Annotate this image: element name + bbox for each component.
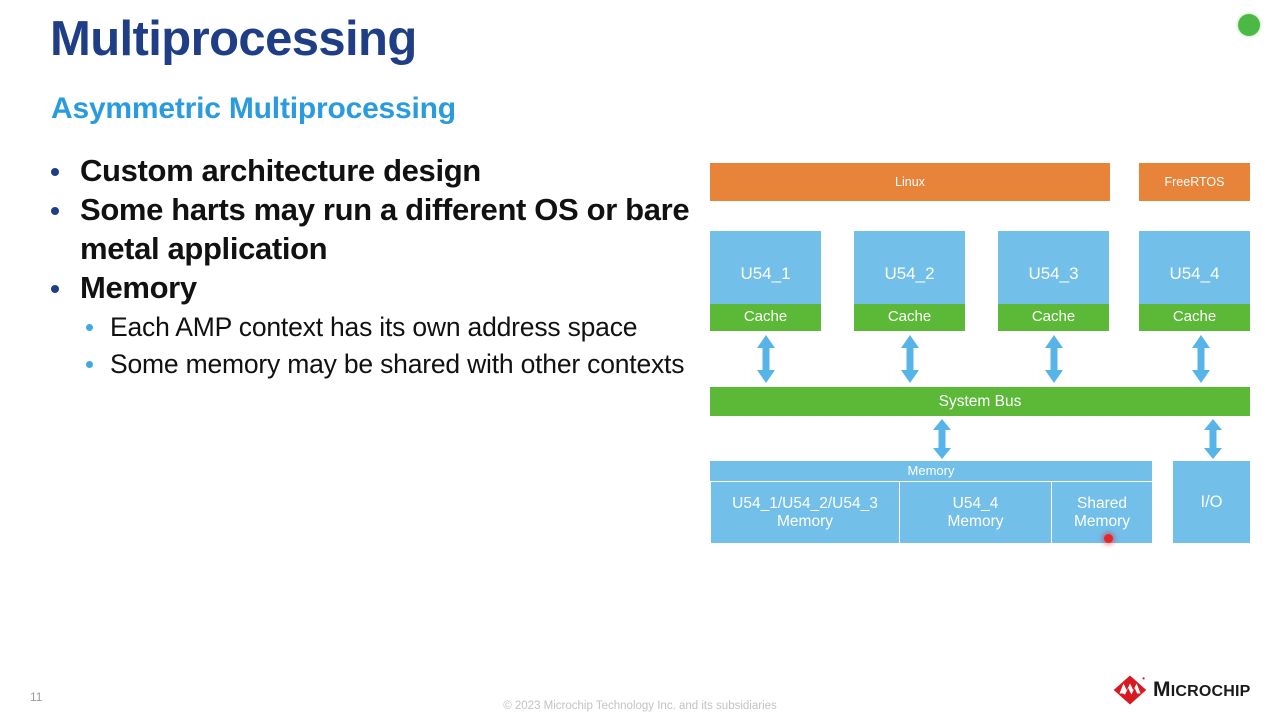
bullet-dot-icon [86, 360, 93, 368]
microchip-diamond-icon [1113, 675, 1147, 705]
page-title: Multiprocessing [50, 12, 417, 66]
bullet-item-level2: Each AMP context has its own address spa… [44, 310, 704, 345]
cache-block-u54-1: Cache [710, 304, 821, 331]
bidirectional-arrow-icon [1203, 419, 1223, 459]
bullet-item-level1: Custom architecture design [44, 152, 704, 190]
core-block-u54-3: U54_3 [998, 231, 1109, 304]
memory-region-line1: Shared [1077, 495, 1127, 513]
page-subtitle: Asymmetric Multiprocessing [51, 92, 456, 125]
memory-region-line2: Memory [777, 512, 833, 530]
core-block-u54-1: U54_1 [710, 231, 821, 304]
bidirectional-arrow-icon [1044, 335, 1064, 383]
system-bus-block: System Bus [710, 387, 1250, 416]
bullet-list: Custom architecture design Some harts ma… [44, 152, 704, 382]
bidirectional-arrow-icon [1191, 335, 1211, 383]
io-block: I/O [1173, 461, 1250, 543]
bullet-item-level2: Some memory may be shared with other con… [44, 347, 704, 382]
bidirectional-arrow-icon [932, 419, 952, 459]
os-block-freertos: FreeRTOS [1139, 163, 1250, 201]
copyright-notice: © 2023 Microchip Technology Inc. and its… [503, 700, 777, 712]
memory-region-u54-4: U54_4 Memory [899, 482, 1051, 543]
core-block-u54-2: U54_2 [854, 231, 965, 304]
bullet-dot-icon [51, 285, 59, 294]
bullet-text: Some harts may run a different OS or bar… [80, 192, 690, 266]
core-block-u54-4: U54_4 [1139, 231, 1250, 304]
bidirectional-arrow-icon [900, 335, 920, 383]
wordmark-rest: ICROCHIP [1170, 683, 1251, 700]
bullet-item-level1: Some harts may run a different OS or bar… [44, 191, 704, 268]
memory-region-u54-1-2-3: U54_1/U54_2/U54_3 Memory [710, 482, 899, 543]
bullet-dot-icon [51, 168, 59, 176]
amp-architecture-diagram: Linux FreeRTOS U54_1 Cache U54_2 Cache U… [710, 163, 1250, 545]
memory-region-line1: U54_4 [952, 495, 999, 513]
recording-indicator-dot [1238, 14, 1260, 36]
microchip-wordmark: MICROCHIP [1153, 678, 1251, 702]
bullet-item-level1: Memory [44, 269, 704, 307]
cache-block-u54-2: Cache [854, 304, 965, 331]
memory-region-line2: Memory [947, 512, 1004, 530]
laser-pointer-dot [1104, 534, 1113, 543]
bidirectional-arrow-icon [756, 335, 776, 383]
os-block-linux: Linux [710, 163, 1110, 201]
wordmark-first-letter: M [1153, 678, 1171, 701]
cache-block-u54-4: Cache [1139, 304, 1250, 331]
memory-region-line2: Memory [1074, 512, 1130, 530]
bullet-text: Some memory may be shared with other con… [110, 348, 685, 379]
bullet-dot-icon [51, 207, 59, 216]
memory-region-line1: U54_1/U54_2/U54_3 [732, 495, 878, 513]
bullet-dot-icon [86, 323, 93, 331]
memory-header: Memory [710, 461, 1152, 481]
microchip-logo: MICROCHIP [1113, 673, 1251, 707]
cache-block-u54-3: Cache [998, 304, 1109, 331]
memory-region-shared: Shared Memory [1051, 482, 1152, 543]
bullet-text: Memory [80, 270, 197, 306]
bullet-text: Custom architecture design [80, 153, 481, 188]
bullet-text: Each AMP context has its own address spa… [110, 311, 638, 342]
